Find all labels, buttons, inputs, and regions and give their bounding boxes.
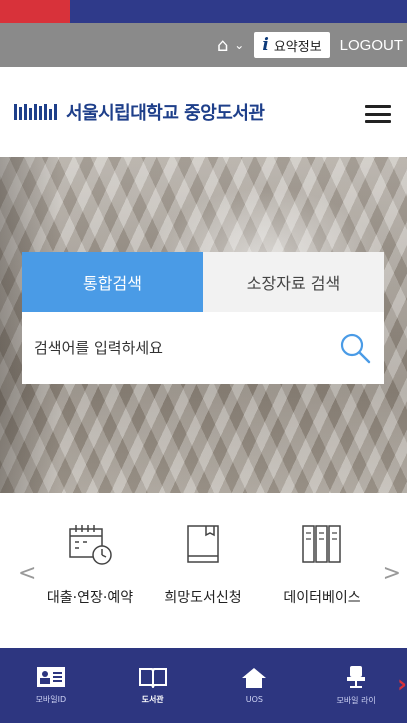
- tab-integrated-search[interactable]: 통합검색: [22, 252, 203, 312]
- summary-info-button[interactable]: i 요약정보: [254, 32, 330, 58]
- quick-link-label: 대출·연장·예약: [46, 590, 134, 606]
- search-icon[interactable]: [338, 331, 372, 365]
- home-icon: [242, 668, 267, 688]
- database-icon: [302, 525, 341, 563]
- quick-link-loan[interactable]: 대출·연장·예약: [30, 523, 150, 611]
- nav-mobile-id[interactable]: 모바일ID: [0, 648, 102, 723]
- nav-mobile-seat[interactable]: 모바일 라이: [305, 648, 407, 723]
- nav-label: UOS: [245, 695, 263, 704]
- university-logo-icon: [14, 104, 60, 120]
- open-book-icon: [138, 668, 167, 688]
- info-icon: i: [262, 35, 269, 55]
- calendar-clock-icon: [69, 525, 112, 565]
- home-dropdown[interactable]: ⌂ ⌄: [217, 35, 245, 56]
- quick-link-wishbook[interactable]: 희망도서신청: [143, 523, 263, 611]
- book-icon: [187, 525, 219, 563]
- search-box: [22, 312, 384, 384]
- chevron-down-icon: ⌄: [234, 38, 245, 52]
- chevron-right-icon[interactable]: ›: [397, 670, 407, 698]
- logout-link[interactable]: LOGOUT: [340, 37, 403, 54]
- search-input[interactable]: [34, 339, 338, 357]
- seat-icon: [347, 666, 366, 688]
- hamburger-menu-icon[interactable]: [365, 105, 391, 123]
- nav-label: 모바일 라이: [336, 696, 376, 705]
- hero-banner: 통합검색 소장자료 검색: [0, 157, 407, 493]
- tab-holdings-search[interactable]: 소장자료 검색: [203, 252, 384, 312]
- chevron-right-icon[interactable]: >: [383, 561, 401, 586]
- summary-info-label: 요약정보: [273, 39, 322, 55]
- nav-uos[interactable]: UOS: [204, 648, 306, 723]
- nav-label: 모바일ID: [35, 695, 67, 704]
- nav-label: 도서관: [141, 695, 164, 704]
- quick-links: < 대출·연장·예약 희망도서신청 데이터베이스 >: [0, 493, 407, 648]
- utility-bar: ⌂ ⌄ i 요약정보 LOGOUT: [0, 23, 407, 67]
- id-card-icon: [36, 667, 65, 687]
- nav-library[interactable]: 도서관: [102, 648, 204, 723]
- quick-link-database[interactable]: 데이터베이스: [262, 523, 382, 611]
- quick-link-label: 데이터베이스: [283, 590, 361, 606]
- top-strip-accent: [0, 0, 70, 23]
- site-header: 서울시립대학교 중앙도서관: [0, 67, 407, 157]
- quick-link-label: 희망도서신청: [164, 590, 242, 606]
- top-color-strip: [0, 0, 407, 23]
- home-outline-icon: ⌂: [216, 34, 229, 56]
- bottom-nav: 모바일ID 도서관 UOS 모바일 라이 ›: [0, 648, 407, 723]
- site-title[interactable]: 서울시립대학교 중앙도서관: [66, 99, 265, 125]
- search-tabs: 통합검색 소장자료 검색: [22, 252, 384, 312]
